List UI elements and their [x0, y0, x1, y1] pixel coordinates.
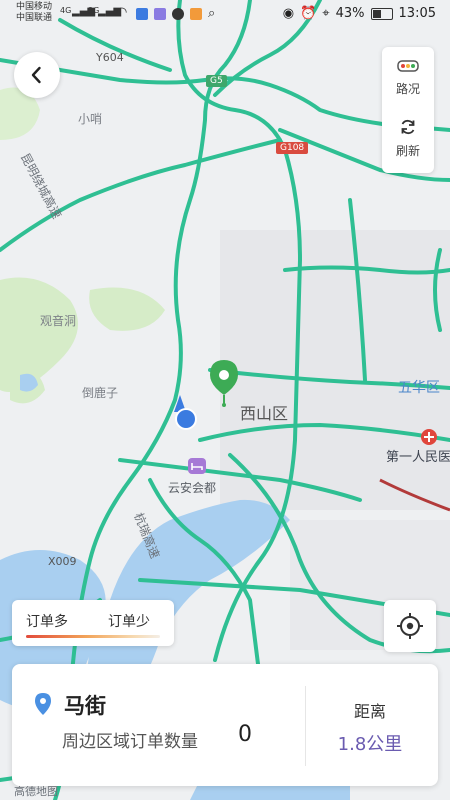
place-label: 倒鹿子	[82, 386, 119, 400]
app-notification-icon	[136, 8, 148, 20]
status-right: ◉ ⏰ ⌖ 43% 13:05	[283, 6, 436, 21]
place-name: 马街	[64, 694, 106, 718]
road-label-x009: X009	[48, 555, 77, 568]
battery-icon	[370, 7, 393, 20]
card-divider	[305, 686, 306, 766]
app-notification-icon	[190, 8, 202, 20]
alarm-icon: ⏰	[300, 6, 317, 21]
district-label-wuhua: 五华区	[398, 380, 440, 396]
search-icon: ⌕	[208, 6, 216, 21]
network-1: 4G	[60, 6, 72, 15]
app-notification-icon	[172, 8, 184, 20]
back-button[interactable]	[14, 52, 60, 98]
carrier-1: 中国移动	[16, 2, 53, 12]
district-label-xishan: 西山区	[240, 404, 289, 423]
battery-percent: 43%	[335, 6, 365, 21]
traffic-button[interactable]: 路况	[382, 59, 434, 97]
order-count-label: 周边区域订单数量	[62, 732, 198, 752]
refresh-button[interactable]: 刷新	[382, 117, 434, 159]
crosshair-icon	[397, 613, 423, 639]
carrier-2: 中国联通	[16, 13, 53, 23]
distance-label: 距离	[353, 702, 386, 721]
wifi-icon: ◠	[116, 5, 128, 20]
chevron-left-icon	[31, 66, 41, 84]
carrier-info: 中国移动 中国联通	[16, 2, 52, 24]
legend-more-label: 订单多	[26, 614, 68, 630]
location-info-card[interactable]: 马街 周边区域订单数量 0 距离 1.8公里	[12, 664, 438, 786]
traffic-light-icon	[397, 60, 419, 72]
locate-me-button[interactable]	[384, 600, 436, 652]
legend-less-label: 订单少	[108, 614, 150, 630]
road-label-g108: G108	[276, 142, 309, 154]
order-count-value: 0	[238, 722, 252, 747]
clock: 13:05	[398, 6, 436, 21]
map-tools-panel: 路况 刷新	[382, 47, 434, 173]
road-label-g5: G5	[206, 75, 227, 87]
road-label-y604: Y604	[96, 51, 124, 64]
place-label: 观音洞	[40, 314, 77, 328]
refresh-icon	[401, 119, 415, 135]
poi-label-yunan: 云安会都	[168, 481, 217, 495]
status-bar: 中国移动 中国联通 4G ▂▄▆ 3G ▂▄▆ ◠ ⌕ ◉ ⏰ ⌖ 43% 13…	[0, 0, 450, 30]
place-label: 小哨	[78, 112, 103, 126]
refresh-label: 刷新	[395, 144, 420, 158]
hotel-icon	[188, 458, 206, 474]
app-notification-icon	[154, 8, 166, 20]
location-icon: ⌖	[322, 6, 330, 21]
order-density-legend: 订单多 订单少	[12, 600, 174, 646]
hospital-label: 第一人民医	[386, 450, 450, 465]
distance-value: 1.8公里	[337, 734, 403, 755]
traffic-label: 路况	[395, 82, 420, 96]
eye-icon: ◉	[282, 6, 295, 21]
legend-gradient-bar	[26, 635, 160, 638]
location-pin-icon	[35, 693, 51, 715]
